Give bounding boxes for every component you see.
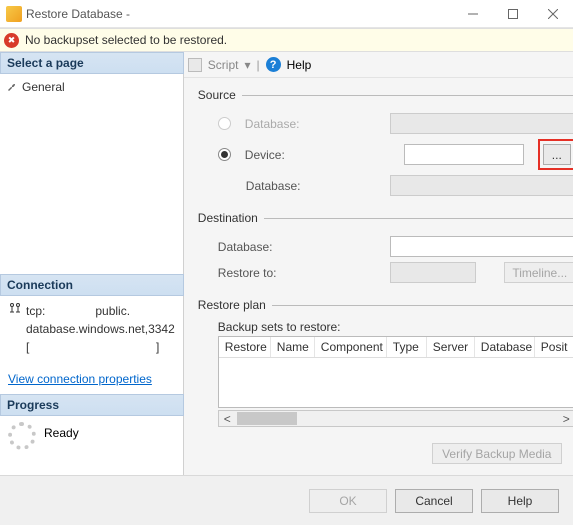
source-database-combo [390,113,573,134]
restore-to-input [390,262,476,283]
chevron-down-icon: ▾ [244,58,250,72]
progress-spinner-icon [8,422,36,450]
timeline-button: Timeline... [504,262,573,283]
script-dropdown[interactable]: Script [208,58,239,72]
page-item-general[interactable]: General [6,78,177,96]
server-icon [8,302,22,356]
source-legend: Source [198,88,242,102]
ok-button: OK [309,489,387,513]
source-device-label: Device: [245,148,333,162]
col-type[interactable]: Type [387,337,427,357]
grid-header: Restore Name Component Type Server Datab… [219,337,573,358]
verify-backup-media-button: Verify Backup Media [432,443,562,464]
maximize-button[interactable] [493,0,533,28]
source-db2-combo[interactable] [390,175,573,196]
help-icon: ? [266,57,281,72]
col-restore[interactable]: Restore [219,337,271,357]
scroll-right-icon[interactable]: > [558,411,573,426]
error-bar: No backupset selected to be restored. [0,28,573,52]
progress-status: Ready [44,426,79,440]
col-position[interactable]: Posit [535,337,573,357]
error-message: No backupset selected to be restored. [25,33,227,47]
connection-header: Connection [0,274,184,296]
close-button[interactable] [533,0,573,28]
browse-highlight: ... [538,139,573,170]
help-button[interactable]: Help [287,58,312,72]
view-connection-properties-link[interactable]: View connection properties [8,370,152,388]
connection-line: database.windows.net,3342 [26,320,175,338]
minimize-button[interactable] [453,0,493,28]
dest-database-label: Database: [218,240,306,254]
left-panel: Select a page General Connection tcp: pu… [0,52,184,475]
col-database[interactable]: Database [475,337,535,357]
backup-sets-grid[interactable]: Restore Name Component Type Server Datab… [218,336,573,408]
connection-line: tcp: public. [26,302,175,320]
restore-plan-legend: Restore plan [198,298,272,312]
restore-plan-group: Restore plan Backup sets to restore: Res… [198,298,573,427]
select-page-header: Select a page [0,52,184,74]
toolbar: Script ▾ | ? Help [184,52,573,78]
device-path-input[interactable] [404,144,524,165]
app-icon [6,6,22,22]
script-icon [188,58,202,72]
connection-info: tcp: public. database.windows.net,3342 [… [0,296,184,394]
page-list: General [0,74,184,274]
scroll-thumb[interactable] [237,412,297,425]
title-bar: Restore Database - [0,0,573,28]
error-icon [4,33,19,48]
source-device-radio[interactable] [218,148,231,161]
destination-legend: Destination [198,211,264,225]
progress-box: Ready [0,416,184,475]
right-panel: Script ▾ | ? Help Source Database: Devic… [184,52,573,475]
source-db2-label: Database: [246,179,334,193]
restore-to-label: Restore to: [218,266,306,280]
cancel-button[interactable]: Cancel [395,489,473,513]
window-title: Restore Database - [22,7,453,21]
source-database-radio [218,117,231,130]
grid-hscrollbar[interactable]: < > [218,410,573,427]
source-group: Source Database: Device: ... [198,88,573,201]
col-component[interactable]: Component [315,337,387,357]
progress-header: Progress [0,394,184,416]
destination-group: Destination Database: Restore to: Timeli… [198,211,573,288]
connection-line: [ ] [26,338,175,356]
page-item-label: General [22,80,65,94]
col-server[interactable]: Server [427,337,475,357]
col-name[interactable]: Name [271,337,315,357]
wrench-icon [6,81,18,93]
browse-device-button[interactable]: ... [543,144,571,165]
dialog-footer: OK Cancel Help [0,475,573,525]
scroll-left-icon[interactable]: < [219,411,236,426]
help-button-footer[interactable]: Help [481,489,559,513]
source-database-label: Database: [245,117,333,131]
dest-database-combo[interactable] [390,236,573,257]
backup-sets-label: Backup sets to restore: [218,320,573,334]
